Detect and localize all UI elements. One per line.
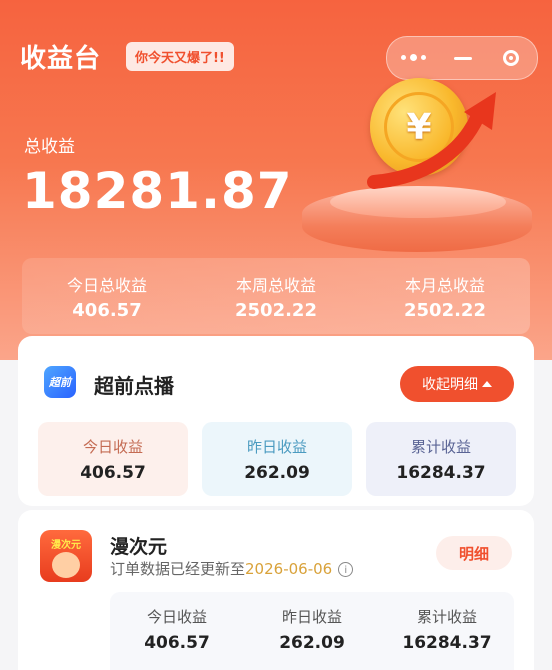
stat-today: 今日收益 406.57 [38, 422, 188, 496]
stat-yesterday: 昨日收益 262.09 [245, 592, 379, 653]
hero-banner: 收益台 你今天又爆了!! 总收益 18281.87 ¥ 今日总收益 406.57… [0, 0, 552, 360]
app-card-manciyuan: 漫次元 漫次元 订单数据已经更新至2026-06-06 i 明细 今日收益 406… [18, 510, 534, 670]
collapse-details-button[interactable]: 收起明细 [400, 366, 514, 402]
app-name: 漫次元 [110, 536, 168, 558]
caret-up-icon [482, 381, 492, 387]
stat-label: 累计收益 [416, 608, 477, 626]
total-income-value: 18281.87 [22, 162, 293, 220]
target-icon[interactable] [487, 37, 535, 79]
summary-week-value: 2502.22 [235, 300, 317, 321]
stat-label: 昨日收益 [281, 608, 342, 626]
stat-value: 16284.37 [396, 463, 486, 483]
mini-program-capsule [386, 36, 538, 80]
summary-week-label: 本周总收益 [235, 276, 316, 295]
app-name: 超前点播 [94, 374, 174, 398]
details-button[interactable]: 明细 [436, 536, 512, 570]
update-status: 订单数据已经更新至2026-06-06 i [110, 558, 354, 579]
summary-today: 今日总收益 406.57 [22, 258, 192, 321]
summary-today-value: 406.57 [72, 300, 142, 321]
stat-label: 今日收益 [146, 608, 207, 626]
summary-month-value: 2502.22 [404, 300, 486, 321]
stats-row: 今日收益 406.57 昨日收益 262.09 累计收益 16284.37 [110, 592, 514, 670]
collapse-details-label: 收起明细 [422, 377, 478, 393]
stat-label: 今日收益 [82, 438, 143, 456]
cartoon-face-icon [52, 552, 80, 578]
summary-today-label: 今日总收益 [66, 276, 147, 295]
stat-value: 16284.37 [402, 633, 492, 653]
stat-cumulative: 累计收益 16284.37 [380, 592, 514, 653]
stat-value: 406.57 [144, 633, 210, 653]
stat-value: 406.57 [80, 463, 146, 483]
summary-row: 今日总收益 406.57 本周总收益 2502.22 本月总收益 2502.22 [22, 258, 530, 334]
update-date: 2026-06-06 [245, 560, 333, 578]
page-title: 收益台 [20, 44, 102, 74]
more-dots-icon[interactable] [389, 37, 437, 79]
stat-value: 262.09 [279, 633, 345, 653]
app-card-chaoqian: 超前 超前点播 收起明细 今日收益 406.57 昨日收益 262.09 累计收… [18, 336, 534, 506]
rising-arrow-icon [367, 92, 496, 189]
stat-value: 262.09 [244, 463, 310, 483]
stat-today: 今日收益 406.57 [110, 592, 244, 653]
summary-week: 本周总收益 2502.22 [191, 258, 361, 321]
minus-icon[interactable] [439, 37, 487, 79]
stat-label: 累计收益 [410, 438, 471, 456]
app-icon-text: 漫次元 [51, 540, 81, 551]
stat-cumulative: 累计收益 16284.37 [366, 422, 516, 496]
update-text: 订单数据已经更新至 [110, 560, 246, 578]
total-income-label: 总收益 [24, 137, 75, 157]
manciyuan-app-icon: 漫次元 [40, 530, 92, 582]
summary-month: 本月总收益 2502.22 [360, 258, 530, 321]
slogan-badge: 你今天又爆了!! [126, 42, 234, 71]
stat-label: 昨日收益 [246, 438, 307, 456]
info-icon[interactable]: i [338, 562, 354, 577]
stat-yesterday: 昨日收益 262.09 [202, 422, 352, 496]
summary-month-label: 本月总收益 [404, 276, 485, 295]
chaoqian-app-icon: 超前 [44, 366, 76, 398]
